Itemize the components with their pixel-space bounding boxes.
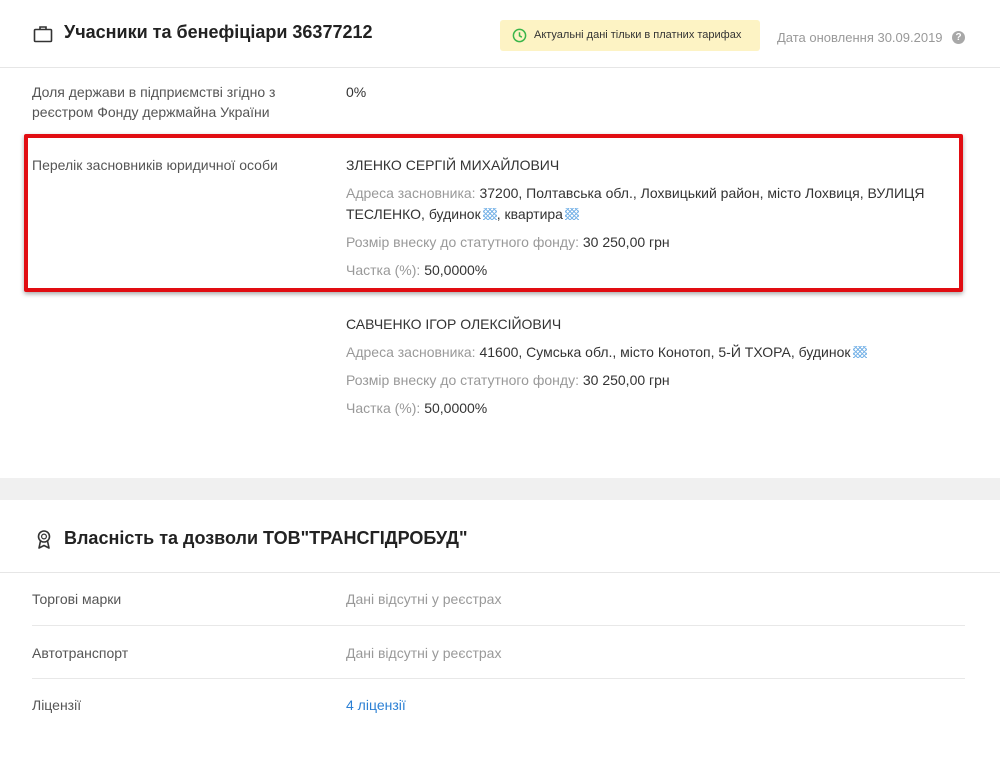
masked-data-icon[interactable] — [852, 346, 867, 358]
trademarks-value: Дані відсутні у реєстрах — [346, 591, 502, 607]
founder-name: САВЧЕНКО ІГОР ОЛЕКСІЙОВИЧ — [346, 316, 562, 332]
founder-address: Адреса засновника: 41600, Сумська обл., … — [346, 342, 867, 363]
property-card: Власність та дозволи ТОВ"ТРАНСГІДРОБУД" … — [0, 500, 1000, 758]
share-label: Частка (%): — [346, 400, 421, 416]
founder-share: Частка (%): 50,0000% — [346, 398, 487, 419]
vehicles-label: Автотранспорт — [32, 645, 129, 661]
notice-text: Актуальні дані тільки в платних тарифах — [534, 29, 742, 41]
share-value: 50,0000% — [424, 400, 488, 416]
highlight-box — [24, 134, 963, 292]
participants-card: Учасники та бенефіціари 36377212 Актуаль… — [0, 0, 1000, 478]
licenses-link[interactable]: 4 ліцензії — [346, 695, 406, 715]
trademarks-label: Торгові марки — [32, 591, 122, 607]
licenses-label: Ліцензії — [32, 697, 82, 713]
help-icon[interactable]: ? — [952, 31, 965, 44]
clock-icon — [512, 28, 527, 43]
row-divider — [32, 625, 965, 626]
award-icon — [37, 530, 51, 549]
participants-title: Учасники та бенефіціари 36377212 — [64, 22, 373, 42]
update-date: Дата оновлення 30.09.2019 — [777, 30, 943, 45]
property-header: Власність та дозволи ТОВ"ТРАНСГІДРОБУД" — [0, 500, 1000, 573]
contribution-value: 30 250,00 грн — [582, 372, 670, 388]
briefcase-icon — [33, 26, 53, 43]
state-share-label: Доля держави в підприємстві згідно з реє… — [32, 84, 276, 120]
vehicles-value: Дані відсутні у реєстрах — [346, 645, 502, 661]
paid-data-notice[interactable]: Актуальні дані тільки в платних тарифах — [500, 20, 760, 51]
state-share-value: 0% — [346, 84, 367, 100]
participants-header: Учасники та бенефіціари 36377212 Актуаль… — [0, 0, 1000, 68]
address-line: 41600, Сумська обл., місто Конотоп, 5-Й … — [479, 344, 851, 360]
contribution-label: Розмір внеску до статутного фонду: — [346, 372, 579, 388]
address-label: Адреса засновника: — [346, 344, 476, 360]
founder-contribution: Розмір внеску до статутного фонду: 30 25… — [346, 370, 670, 391]
row-divider — [32, 678, 965, 679]
property-title: Власність та дозволи ТОВ"ТРАНСГІДРОБУД" — [64, 528, 468, 548]
